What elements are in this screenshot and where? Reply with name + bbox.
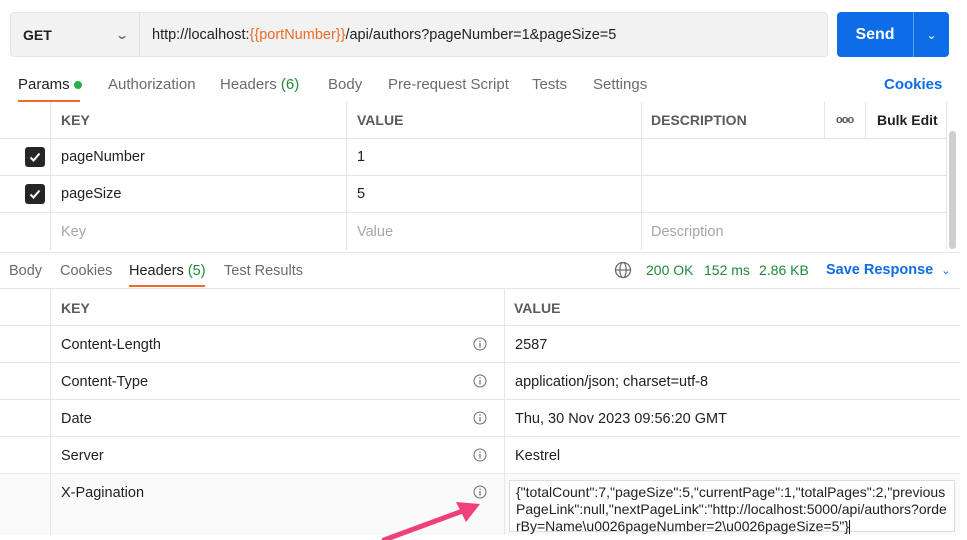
params-col-description: DESCRIPTION xyxy=(651,112,747,128)
param-row: pageSize 5 xyxy=(0,176,947,213)
header-row: Server Kestrel xyxy=(0,436,960,473)
param-checkbox[interactable] xyxy=(25,184,45,204)
tab-prerequest-script[interactable]: Pre-request Script xyxy=(388,76,509,93)
url-suffix: /api/authors?pageNumber=1&pageSize=5 xyxy=(345,26,617,43)
tab-response-headers-label: Headers xyxy=(129,263,184,279)
tab-authorization[interactable]: Authorization xyxy=(108,76,196,93)
request-url-bar: GET ⌄ http://localhost:{{portNumber}}/ap… xyxy=(10,12,828,57)
chevron-down-icon: ⌄ xyxy=(941,265,951,277)
response-time[interactable]: 152 ms xyxy=(704,262,750,278)
param-new-row: Key Value Description xyxy=(0,213,947,250)
annotation-arrow-icon xyxy=(381,502,480,540)
url-prefix: http://localhost: xyxy=(152,26,250,43)
header-row: Date Thu, 30 Nov 2023 09:56:20 GMT xyxy=(0,399,960,436)
params-scrollbar[interactable] xyxy=(949,131,956,249)
tab-response-headers[interactable]: Headers (5) xyxy=(129,263,206,279)
params-table: KEY VALUE DESCRIPTION ooo Bulk Edit page… xyxy=(0,102,947,250)
chevron-down-icon: ⌄ xyxy=(114,27,130,42)
param-checkbox[interactable] xyxy=(25,147,45,167)
tab-tests[interactable]: Tests xyxy=(532,76,567,93)
globe-icon[interactable] xyxy=(614,261,632,279)
params-header-row: KEY VALUE DESCRIPTION ooo Bulk Edit xyxy=(0,102,947,139)
headers-header-row: KEY VALUE xyxy=(0,288,960,325)
save-response-button[interactable]: Save Response ⌄ xyxy=(826,262,950,278)
info-icon[interactable] xyxy=(473,448,487,462)
info-icon[interactable] xyxy=(473,374,487,388)
param-key[interactable]: pageSize xyxy=(61,176,121,212)
tab-response-cookies[interactable]: Cookies xyxy=(60,263,112,279)
params-col-key: KEY xyxy=(61,112,90,128)
tab-headers-count: (6) xyxy=(280,76,300,93)
header-value: Kestrel xyxy=(515,447,561,464)
header-key: Content-Length xyxy=(61,336,161,353)
tab-response-body[interactable]: Body xyxy=(9,263,42,279)
header-row: Content-Length 2587 xyxy=(0,325,960,362)
param-value[interactable]: 1 xyxy=(357,139,365,175)
headers-col-key: KEY xyxy=(61,299,90,316)
tab-headers-label: Headers xyxy=(220,76,277,93)
params-active-dot-icon xyxy=(73,81,82,90)
response-size[interactable]: 2.86 KB xyxy=(759,262,809,278)
send-options-chevron-icon[interactable]: ⌄ xyxy=(914,28,949,42)
text-cursor xyxy=(849,520,851,535)
save-response-label: Save Response xyxy=(826,262,934,278)
bulk-edit-button[interactable]: Bulk Edit xyxy=(877,102,938,138)
header-value: Thu, 30 Nov 2023 09:56:20 GMT xyxy=(515,410,727,427)
send-button[interactable]: Send ⌄ xyxy=(837,12,949,57)
tab-headers[interactable]: Headers (6) xyxy=(220,76,299,93)
response-tabs: Body Cookies Headers (5) Test Results xyxy=(0,252,960,288)
param-value[interactable]: 5 xyxy=(357,176,365,212)
tab-settings[interactable]: Settings xyxy=(593,76,647,93)
more-options-icon[interactable]: ooo xyxy=(836,102,854,138)
response-headers-table: KEY VALUE Content-Length 2587 Content-Ty… xyxy=(0,288,960,535)
status-code[interactable]: 200 OK xyxy=(646,262,693,278)
new-param-description-input[interactable]: Description xyxy=(651,213,724,250)
new-param-value-input[interactable]: Value xyxy=(357,213,393,250)
url-input[interactable]: http://localhost:{{portNumber}}/api/auth… xyxy=(140,27,616,43)
method-label: GET xyxy=(23,26,52,43)
tab-params[interactable]: Params xyxy=(18,76,82,93)
tab-response-headers-count: (5) xyxy=(187,263,206,279)
cookies-link[interactable]: Cookies xyxy=(884,76,942,93)
pagination-value-editor[interactable]: {"totalCount":7,"pageSize":5,"currentPag… xyxy=(509,480,955,535)
pagination-value: {"totalCount":7,"pageSize":5,"currentPag… xyxy=(516,484,947,534)
tab-body[interactable]: Body xyxy=(328,76,362,93)
params-col-value: VALUE xyxy=(357,112,404,128)
tab-params-label: Params xyxy=(18,76,70,93)
headers-col-value: VALUE xyxy=(514,299,561,316)
header-value: 2587 xyxy=(515,336,548,353)
send-label: Send xyxy=(855,25,895,43)
header-key: Server xyxy=(61,447,104,464)
tab-test-results[interactable]: Test Results xyxy=(224,263,303,279)
info-icon[interactable] xyxy=(473,411,487,425)
param-row: pageNumber 1 xyxy=(0,139,947,176)
headers-tab-underline xyxy=(129,285,205,287)
header-key: Content-Type xyxy=(61,373,149,390)
header-value: application/json; charset=utf-8 xyxy=(515,373,709,390)
header-key: X-Pagination xyxy=(61,484,145,501)
header-row: Content-Type application/json; charset=u… xyxy=(0,362,960,399)
url-variable: {{portNumber}} xyxy=(249,26,346,43)
param-key[interactable]: pageNumber xyxy=(61,139,145,175)
header-key: Date xyxy=(61,410,92,427)
request-tabs: Params Authorization Headers (6) Body Pr… xyxy=(18,64,948,104)
new-param-key-input[interactable]: Key xyxy=(61,213,86,250)
info-icon[interactable] xyxy=(473,337,487,351)
info-icon[interactable] xyxy=(473,485,487,499)
method-select[interactable]: GET ⌄ xyxy=(11,13,140,56)
